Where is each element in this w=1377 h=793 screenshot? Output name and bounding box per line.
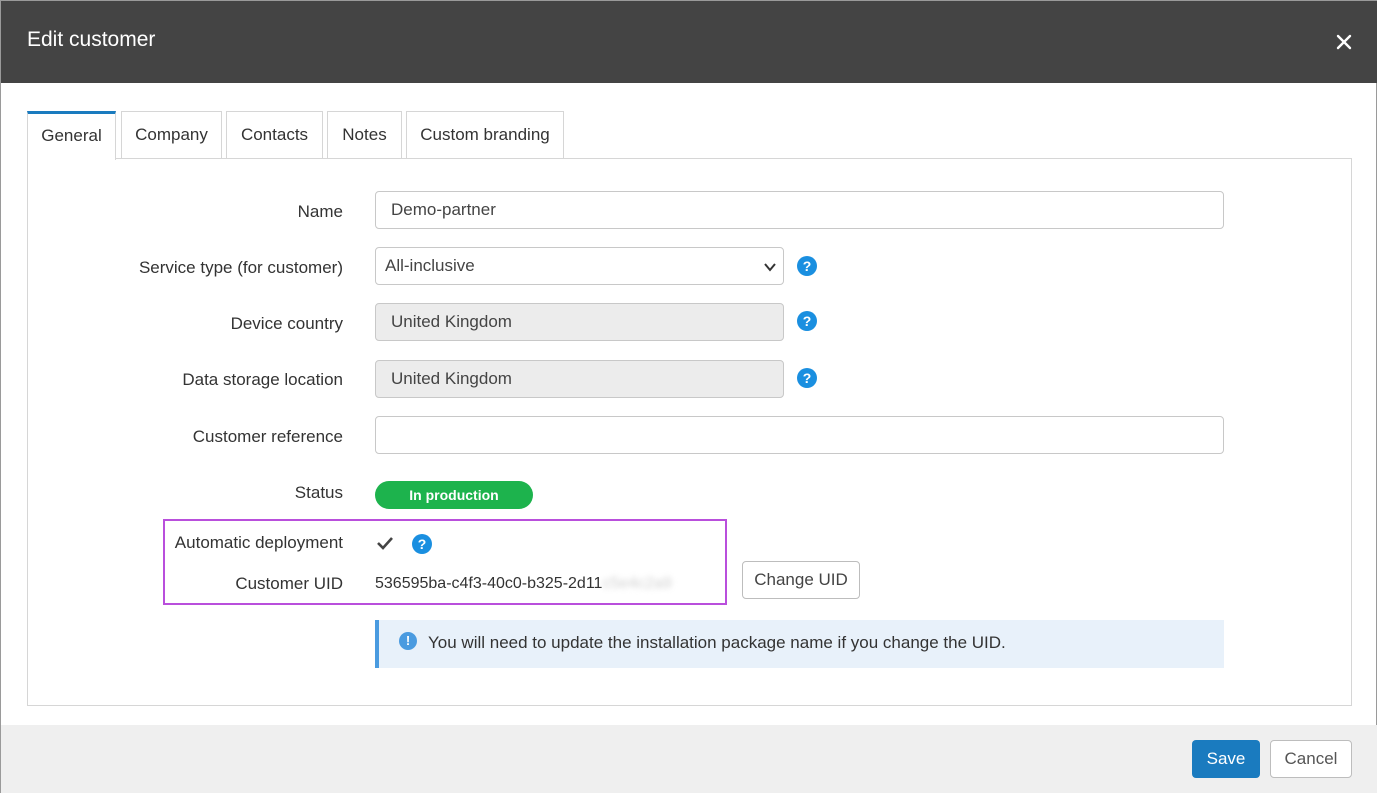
name-label: Name — [297, 202, 343, 221]
close-button[interactable] — [1329, 27, 1359, 57]
automatic-deployment-label: Automatic deployment — [174, 533, 343, 552]
customer-uid-redacted: c5e4c2a9 — [602, 575, 672, 592]
tab-company[interactable]: Company — [121, 111, 222, 159]
service-type-select[interactable]: All-inclusive — [375, 247, 784, 285]
tab-contacts[interactable]: Contacts — [226, 111, 323, 159]
dialog-title: Edit customer — [27, 28, 156, 51]
general-panel: Name Service type (for customer) All-inc… — [27, 158, 1352, 706]
data-storage-field: United Kingdom — [375, 360, 784, 398]
dialog-footer: Save Cancel — [1, 725, 1377, 793]
save-button[interactable]: Save — [1192, 740, 1260, 778]
cancel-button[interactable]: Cancel — [1270, 740, 1352, 778]
service-type-help-icon[interactable]: ? — [797, 256, 817, 276]
customer-uid-label: Customer UID — [235, 574, 343, 593]
device-country-label: Device country — [230, 314, 343, 333]
data-storage-help-icon[interactable]: ? — [797, 368, 817, 388]
tab-notes[interactable]: Notes — [327, 111, 402, 159]
status-badge: In production — [375, 481, 533, 509]
info-icon: ! — [399, 632, 417, 650]
customer-reference-input[interactable] — [375, 416, 1224, 454]
customer-reference-label: Customer reference — [192, 427, 343, 446]
chevron-down-icon — [764, 263, 776, 272]
status-label: Status — [294, 483, 343, 502]
customer-uid-visible: 536595ba-c4f3-40c0-b325-2d11 — [375, 575, 603, 592]
change-uid-button[interactable]: Change UID — [742, 561, 860, 599]
service-type-value: All-inclusive — [385, 256, 475, 275]
device-country-help-icon[interactable]: ? — [797, 311, 817, 331]
info-message: ! You will need to update the installati… — [375, 620, 1224, 668]
customer-uid-value: 536595ba-c4f3-40c0-b325-2d11c5e4c2a9 — [375, 575, 672, 593]
edit-customer-dialog: Edit customer General Company Contacts N… — [0, 0, 1377, 793]
automatic-deployment-checkbox[interactable] — [375, 533, 395, 553]
checkmark-icon — [377, 537, 393, 550]
dialog-header: Edit customer — [1, 1, 1377, 83]
tab-custom-branding[interactable]: Custom branding — [406, 111, 564, 159]
tab-general[interactable]: General — [27, 111, 116, 160]
info-text: You will need to update the installation… — [428, 633, 1006, 652]
device-country-field: United Kingdom — [375, 303, 784, 341]
name-input[interactable] — [375, 191, 1224, 229]
automatic-deployment-help-icon[interactable]: ? — [412, 534, 432, 554]
data-storage-label: Data storage location — [182, 370, 343, 389]
service-type-label: Service type (for customer) — [138, 258, 343, 277]
close-icon — [1336, 34, 1352, 50]
